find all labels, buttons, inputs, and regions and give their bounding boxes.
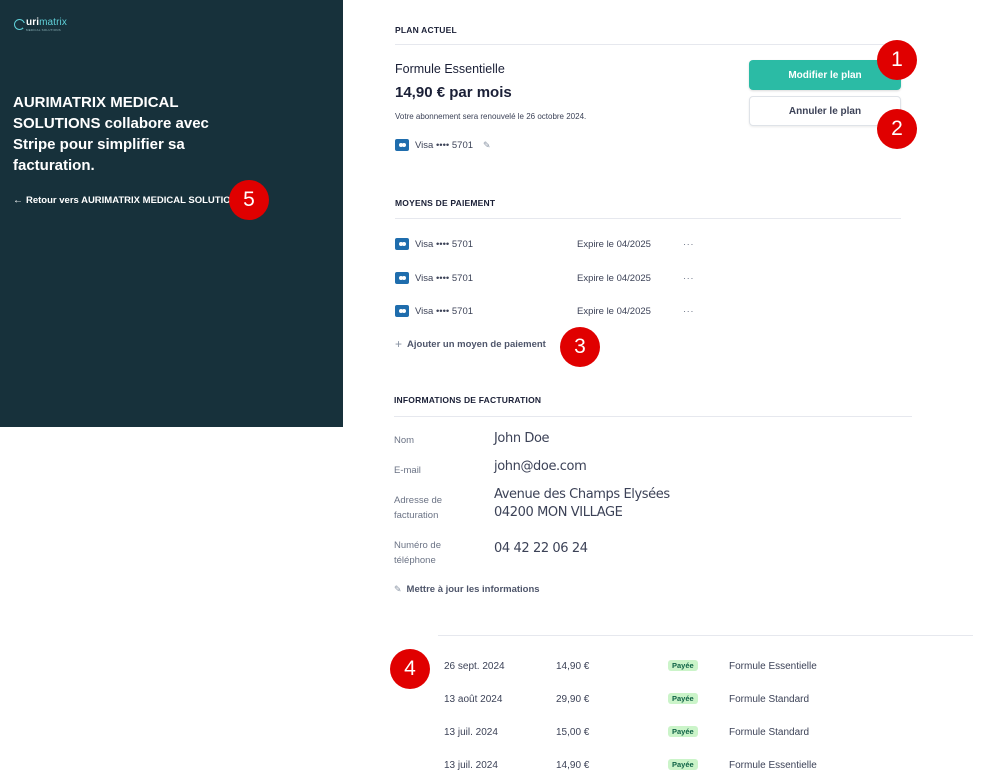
invoice-status-cell: Payée — [668, 725, 729, 738]
annotation-badge-5: 5 — [229, 180, 269, 220]
arrow-left-icon: ← — [13, 195, 23, 206]
back-link[interactable]: ← Retour vers AURIMATRIX MEDICAL SOLUTIO… — [13, 195, 244, 206]
annotation-badge-2: 2 — [877, 109, 917, 149]
payment-method-expiry: Expire le 04/2025 — [577, 272, 651, 284]
billing-info-divider — [394, 416, 912, 417]
email-value: john@doe.com — [494, 459, 587, 474]
renewal-notice: Votre abonnement sera renouvelé le 26 oc… — [395, 112, 587, 121]
update-info-label: Mettre à jour les informations — [406, 584, 540, 595]
credit-card-icon — [395, 238, 409, 250]
name-label: Nom — [394, 435, 415, 446]
logo-words: urimatrix MEDICAL SOLUTIONS — [26, 18, 67, 32]
invoice-plan: Formule Essentielle — [729, 759, 817, 771]
invoice-status-cell: Payée — [668, 692, 729, 705]
plan-price: 14,90 € par mois — [395, 84, 512, 101]
back-link-label: Retour vers AURIMATRIX MEDICAL SOLUTIONS — [26, 195, 244, 206]
invoice-date: 26 sept. 2024 — [444, 660, 505, 672]
address-label-line: Adresse de — [394, 495, 443, 506]
address-label-line: facturation — [394, 510, 439, 521]
invoice-amount: 29,90 € — [556, 693, 590, 705]
invoice-divider — [438, 635, 973, 636]
invoice-amount: 14,90 € — [556, 660, 590, 672]
invoice-amount: 14,90 € — [556, 759, 590, 771]
invoice-date: 13 août 2024 — [444, 693, 503, 705]
billing-info-title: INFORMATIONS DE FACTURATION — [394, 395, 542, 405]
payment-method-row: Visa •••• 5701 Expire le 04/2025 ··· — [395, 271, 694, 285]
payment-methods-title: MOYENS DE PAIEMENT — [395, 198, 496, 208]
company-logo: urimatrix MEDICAL SOLUTIONS — [14, 18, 67, 32]
invoice-row[interactable]: 13 juil. 2024 15,00 € Payée Formule Stan… — [444, 724, 809, 740]
credit-card-icon — [395, 305, 409, 317]
sidebar: urimatrix MEDICAL SOLUTIONS AURIMATRIX M… — [0, 0, 343, 427]
more-horizontal-icon[interactable]: ··· — [683, 306, 694, 317]
add-payment-method-label: Ajouter un moyen de paiement — [407, 338, 546, 350]
current-plan-title: PLAN ACTUEL — [395, 25, 457, 35]
logo-subtext: MEDICAL SOLUTIONS — [26, 28, 61, 32]
name-value: John Doe — [494, 431, 550, 446]
payment-methods-divider — [395, 218, 901, 219]
phone-label-line: Numéro de — [394, 540, 441, 551]
payment-method-expiry: Expire le 04/2025 — [577, 305, 651, 317]
payment-method-label: Visa •••• 5701 — [415, 238, 474, 250]
annotation-badge-4: 4 — [390, 649, 430, 689]
logo-mark-icon — [14, 19, 26, 30]
address-line: 04200 MON VILLAGE — [494, 505, 623, 520]
address-label: Adresse de facturation — [394, 493, 442, 523]
address-line: Avenue des Champs Elysées — [494, 487, 670, 502]
edit-icon[interactable]: ✎ — [483, 140, 491, 151]
annotation-badge-1: 1 — [877, 40, 917, 80]
plan-name: Formule Essentielle — [395, 62, 505, 76]
payment-method-expiry: Expire le 04/2025 — [577, 238, 651, 250]
more-horizontal-icon[interactable]: ··· — [683, 239, 694, 250]
sidebar-heading: AURIMATRIX MEDICAL SOLUTIONS collabore a… — [13, 94, 209, 174]
plus-icon: + — [395, 337, 403, 351]
invoice-plan: Formule Standard — [729, 693, 810, 705]
status-badge: Payée — [668, 692, 698, 704]
logo-text: urimatrix — [26, 17, 67, 28]
payment-method-label: Visa •••• 5701 — [415, 305, 474, 317]
invoice-amount: 15,00 € — [556, 726, 590, 738]
invoice-plan: Formule Standard — [729, 726, 810, 738]
invoice-plan: Formule Essentielle — [729, 660, 817, 672]
plan-card-label: Visa •••• 5701 — [415, 139, 474, 151]
phone-label: Numéro de téléphone — [394, 538, 441, 568]
invoice-date: 13 juil. 2024 — [444, 759, 498, 771]
phone-label-line: téléphone — [394, 555, 436, 566]
invoice-row[interactable]: 13 juil. 2024 14,90 € Payée Formule Esse… — [444, 757, 817, 773]
annotation-badge-3: 3 — [560, 327, 600, 367]
status-badge: Payée — [668, 659, 698, 671]
status-badge: Payée — [668, 725, 698, 737]
more-horizontal-icon[interactable]: ··· — [683, 273, 694, 284]
invoice-row[interactable]: 26 sept. 2024 14,90 € Payée Formule Esse… — [444, 658, 817, 674]
plan-payment-card: Visa •••• 5701 ✎ — [395, 139, 491, 151]
invoice-status-cell: Payée — [668, 659, 729, 672]
credit-card-icon — [395, 272, 409, 284]
status-badge: Payée — [668, 758, 698, 770]
payment-method-row: Visa •••• 5701 Expire le 04/2025 ··· — [395, 237, 694, 251]
email-label: E-mail — [394, 465, 421, 476]
phone-value: 04 42 22 06 24 — [494, 541, 588, 556]
invoice-row[interactable]: 13 août 2024 29,90 € Payée Formule Stand… — [444, 691, 809, 707]
current-plan-divider — [395, 44, 901, 45]
add-payment-method-link[interactable]: + Ajouter un moyen de paiement — [395, 337, 546, 351]
address-value: Avenue des Champs Elysées 04200 MON VILL… — [494, 486, 670, 522]
payment-method-row: Visa •••• 5701 Expire le 04/2025 ··· — [395, 304, 694, 318]
update-info-link[interactable]: ✎ Mettre à jour les informations — [394, 584, 540, 595]
invoice-status-cell: Payée — [668, 758, 729, 771]
payment-method-label: Visa •••• 5701 — [415, 272, 474, 284]
credit-card-icon — [395, 139, 409, 151]
edit-icon: ✎ — [394, 584, 402, 594]
invoice-date: 13 juil. 2024 — [444, 726, 498, 738]
